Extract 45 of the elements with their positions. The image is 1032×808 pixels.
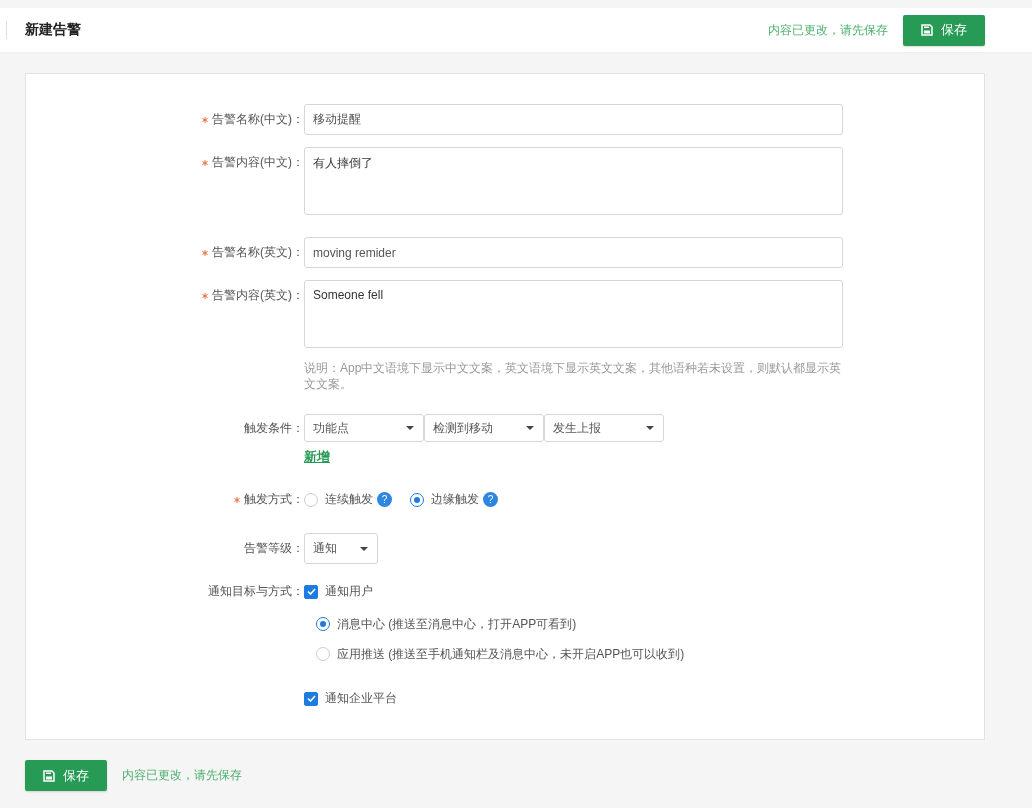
field-label: 触发条件： — [244, 420, 304, 437]
text-area[interactable]: 有人摔倒了 — [304, 147, 843, 215]
dropdown[interactable]: 通知 — [304, 533, 378, 564]
option-label: 应用推送 (推送至手机通知栏及消息中心，未开启APP也可以收到) — [337, 645, 685, 663]
checkbox[interactable] — [304, 691, 318, 706]
text-area[interactable]: Someone fell — [304, 280, 843, 348]
radio-button[interactable] — [410, 492, 424, 507]
field-label: 告警内容(英文)： — [212, 287, 304, 304]
help-icon[interactable]: ? — [377, 492, 392, 507]
checkbox[interactable] — [304, 584, 318, 599]
field-label: 通知目标与方式： — [208, 583, 304, 600]
field-label: 触发方式： — [244, 491, 304, 508]
unsaved-notice: 内容已更改，请先保存 — [122, 767, 242, 784]
radio-button[interactable] — [316, 647, 330, 661]
dropdown[interactable]: 检测到移动 — [424, 414, 544, 442]
note-text: 说明：App中文语境下显示中文文案，英文语境下显示英文文案，其他语种若未设置，则默认都显示英文文案。 — [304, 360, 843, 392]
field-label: 告警内容(中文)： — [212, 154, 304, 171]
help-icon[interactable]: ? — [483, 492, 498, 507]
save-button[interactable]: 保存 — [903, 14, 985, 46]
option-label: 连续触发 — [325, 491, 373, 508]
input-field[interactable]: 移动提醒 — [304, 104, 843, 135]
radio-button[interactable] — [304, 492, 318, 507]
caret-icon — [406, 426, 414, 430]
option-label: 边缘触发 — [431, 491, 479, 508]
save-icon — [43, 769, 55, 782]
field-label: 告警名称(英文)： — [212, 244, 304, 261]
save-icon — [921, 24, 933, 36]
field-label: 告警名称(中文)： — [212, 111, 304, 128]
add-link[interactable]: 新增 — [304, 448, 664, 466]
caret-icon — [360, 546, 368, 551]
caret-icon — [526, 426, 534, 430]
caret-icon — [646, 426, 654, 430]
unsaved-notice: 内容已更改，请先保存 — [768, 21, 888, 39]
option-label: 消息中心 (推送至消息中心，打开APP可看到) — [337, 615, 577, 633]
dropdown[interactable]: 功能点 — [304, 414, 424, 442]
option-label: 通知用户 — [325, 583, 373, 600]
field-label: 告警等级： — [244, 540, 304, 557]
input-field[interactable]: moving remider — [304, 237, 843, 268]
option-label: 通知企业平台 — [325, 690, 397, 707]
page-title: 新建告警 — [25, 21, 82, 39]
dropdown[interactable]: 发生上报 — [544, 414, 664, 442]
radio-button[interactable] — [316, 617, 330, 631]
check-icon — [306, 588, 316, 595]
check-icon — [306, 695, 316, 702]
save-button[interactable]: 保存 — [25, 760, 107, 791]
